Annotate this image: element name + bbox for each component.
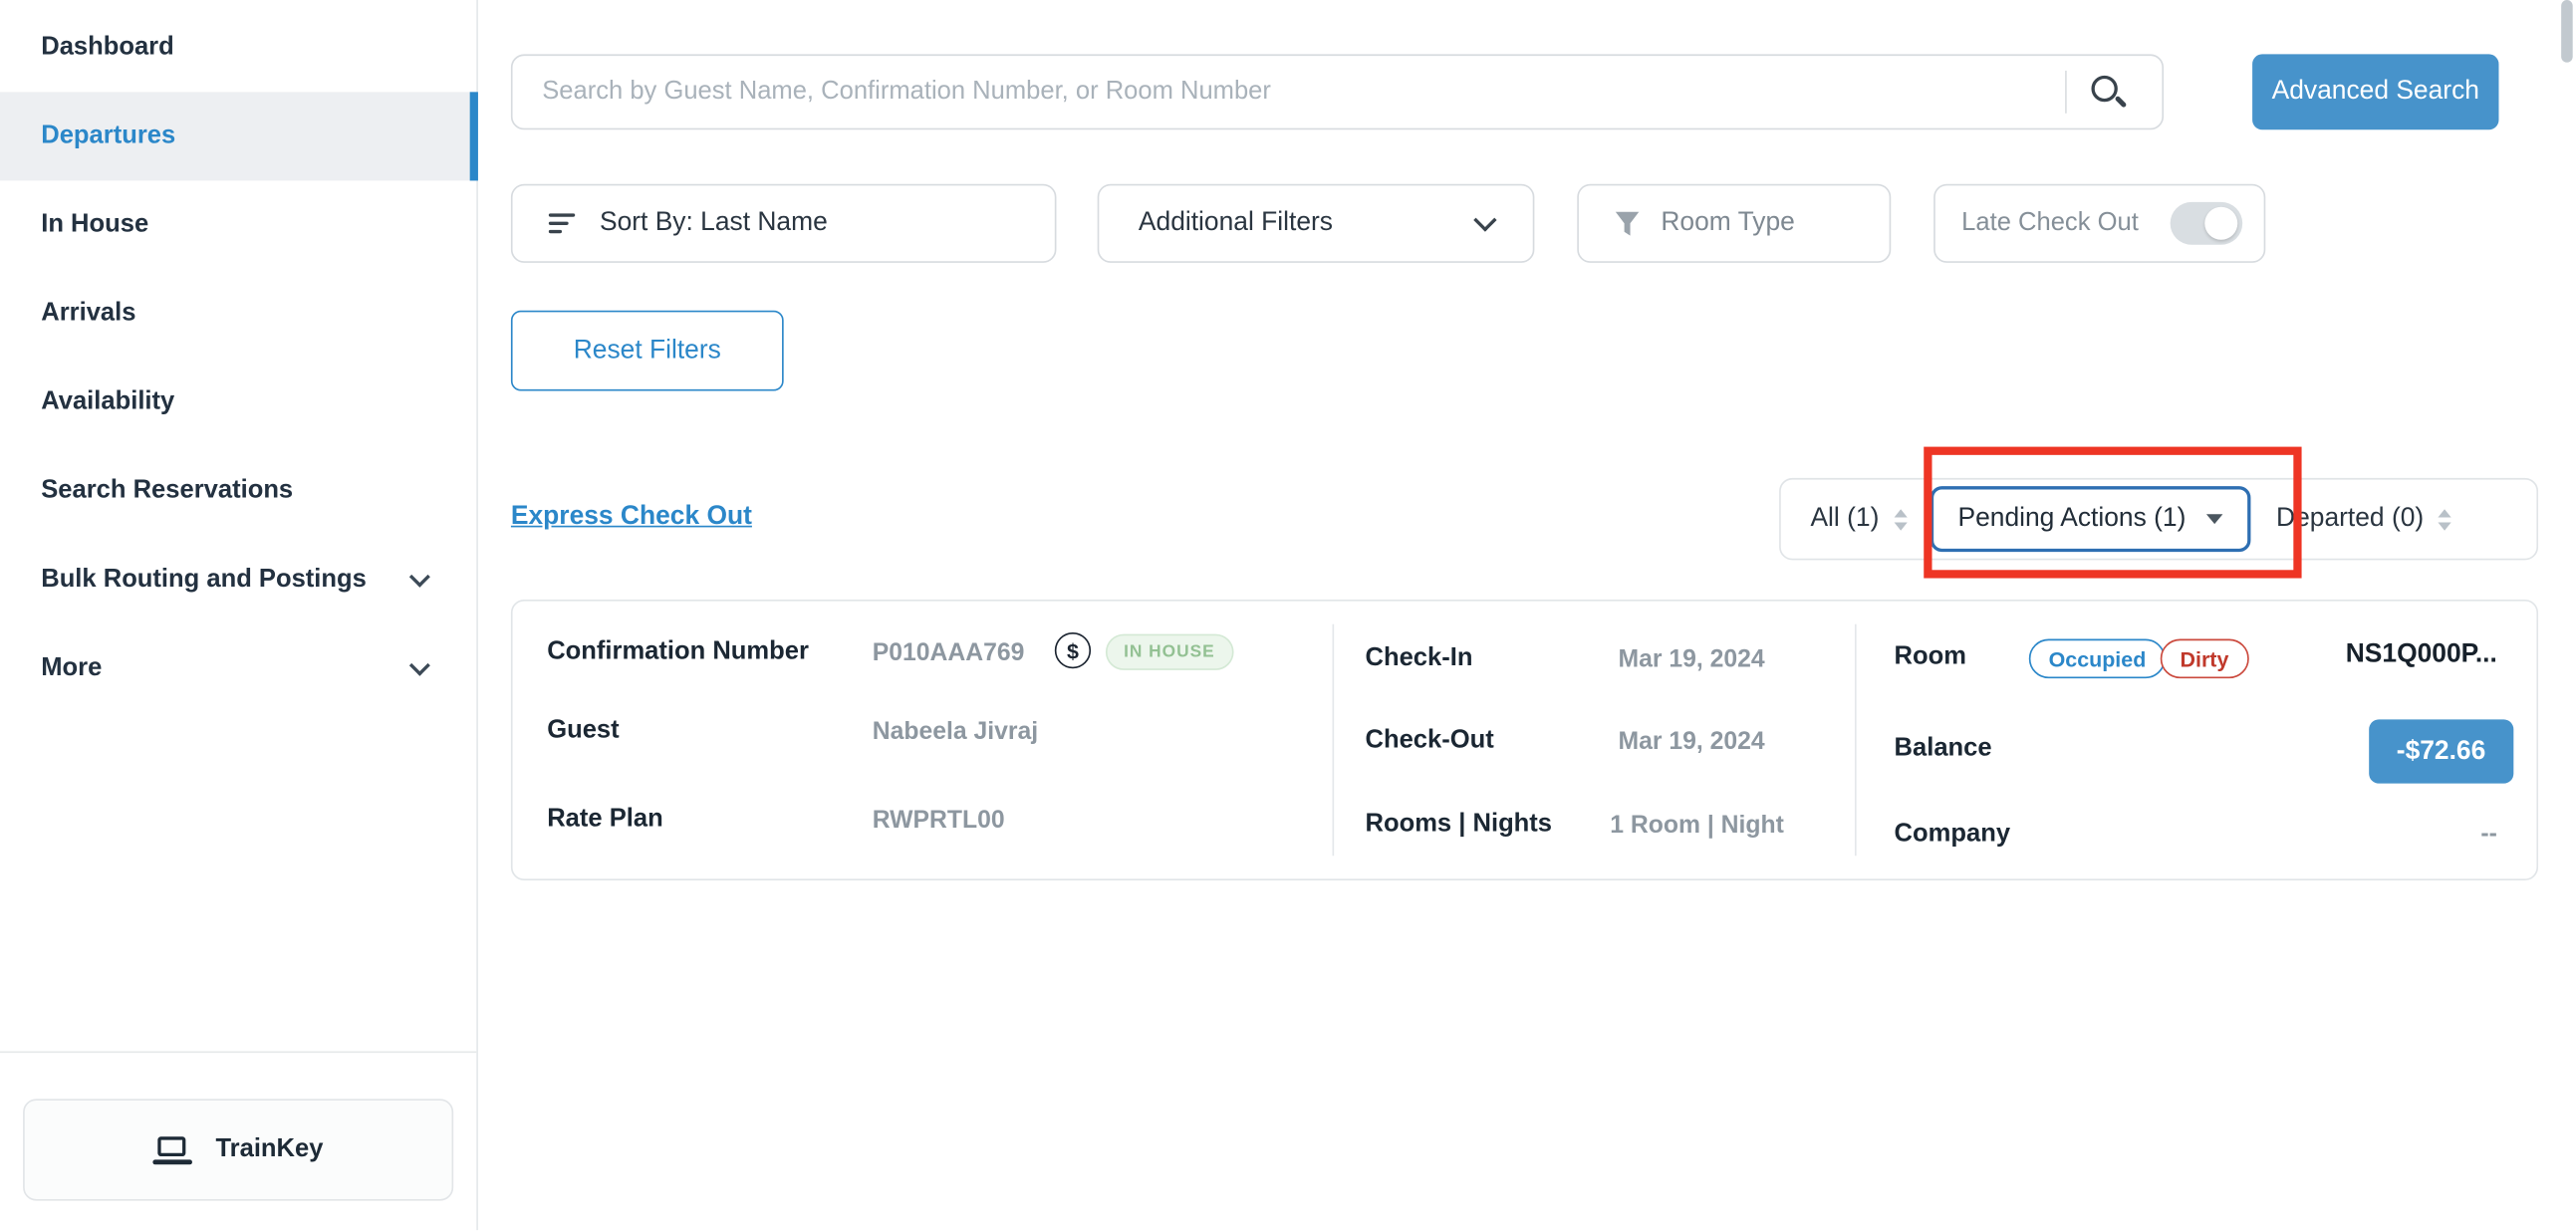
confirmation-number-value: P010AAA769 [873, 639, 1025, 667]
guest-value: Nabeela Jivraj [873, 718, 1038, 746]
sidebar-nav: Dashboard Departures In House Arrivals A… [0, 3, 476, 712]
sidebar-item-label: Dashboard [41, 33, 174, 63]
late-checkout-label: Late Check Out [1961, 208, 2139, 238]
tab-departed-label: Departed (0) [2276, 504, 2424, 534]
guest-label: Guest [547, 716, 619, 746]
column-divider [1855, 624, 1857, 857]
company-value: -- [2480, 820, 2496, 848]
sidebar-footer: TrainKey [0, 1052, 476, 1231]
rate-plan-value: RWPRTL00 [873, 807, 1005, 835]
company-label: Company [1895, 820, 2010, 850]
room-type-filter[interactable]: Room Type [1577, 184, 1891, 263]
trainkey-button[interactable]: TrainKey [23, 1099, 453, 1200]
sidebar-item-bulk-routing[interactable]: Bulk Routing and Postings [0, 536, 476, 624]
sidebar: Dashboard Departures In House Arrivals A… [0, 0, 478, 1230]
chevron-down-icon [409, 655, 430, 676]
tab-pending-actions[interactable]: Pending Actions (1) [1930, 486, 2249, 552]
sidebar-item-label: Departures [41, 122, 175, 151]
laptop-icon [153, 1135, 193, 1163]
tab-pending-actions-label: Pending Actions (1) [1958, 504, 2187, 534]
check-in-label: Check-In [1366, 643, 1473, 673]
late-checkout-toggle[interactable] [2171, 202, 2243, 245]
room-status-occupied-badge: Occupied [2029, 639, 2166, 679]
sidebar-item-availability[interactable]: Availability [0, 359, 476, 447]
sidebar-item-arrivals[interactable]: Arrivals [0, 269, 476, 358]
express-checkout-link[interactable]: Express Check Out [511, 503, 752, 533]
search-bar [511, 54, 2164, 129]
sidebar-item-dashboard[interactable]: Dashboard [0, 3, 476, 92]
departures-page: Dashboard Departures In House Arrivals A… [0, 0, 2576, 1230]
sidebar-item-in-house[interactable]: In House [0, 180, 476, 269]
sort-by-label: Sort By: Last Name [600, 208, 828, 238]
confirmation-number-label: Confirmation Number [547, 637, 809, 667]
room-type-label: Room Type [1661, 208, 1794, 238]
sidebar-item-label: In House [41, 210, 148, 240]
room-label: Room [1895, 642, 1966, 672]
balance-amount-chip: -$72.66 [2369, 719, 2514, 783]
additional-filters-dropdown[interactable]: Additional Filters [1098, 184, 1535, 263]
sidebar-item-more[interactable]: More [0, 624, 476, 713]
tab-departed[interactable]: Departed (0) [2276, 504, 2451, 534]
room-status-dirty-badge: Dirty [2161, 639, 2248, 679]
additional-filters-label: Additional Filters [1139, 208, 1333, 238]
check-out-label: Check-Out [1366, 726, 1494, 756]
column-divider [1333, 624, 1335, 857]
advanced-search-button[interactable]: Advanced Search [2252, 54, 2498, 129]
sidebar-item-search-reservations[interactable]: Search Reservations [0, 447, 476, 536]
rate-plan-label: Rate Plan [547, 805, 663, 835]
late-checkout-filter: Late Check Out [1933, 184, 2265, 263]
sort-icon [549, 213, 575, 233]
reset-filters-button[interactable]: Reset Filters [511, 311, 784, 391]
check-in-value: Mar 19, 2024 [1618, 645, 1764, 673]
sidebar-item-label: Bulk Routing and Postings [41, 565, 367, 595]
balance-label: Balance [1895, 734, 1992, 764]
tab-all[interactable]: All (1) [1810, 504, 1907, 534]
payment-dollar-icon[interactable]: $ [1055, 632, 1091, 668]
rooms-nights-value: 1 Room | Night [1610, 812, 1784, 840]
sidebar-item-label: Search Reservations [41, 476, 293, 506]
caret-down-icon [2205, 514, 2221, 524]
check-out-value: Mar 19, 2024 [1618, 728, 1764, 756]
sidebar-item-departures[interactable]: Departures [0, 92, 476, 180]
sort-by-dropdown[interactable]: Sort By: Last Name [511, 184, 1057, 263]
rooms-nights-label: Rooms | Nights [1366, 810, 1553, 840]
search-divider [2065, 71, 2067, 114]
scrollbar-thumb[interactable] [2561, 0, 2573, 63]
sort-arrows-icon[interactable] [2439, 508, 2451, 529]
sidebar-item-label: Availability [41, 387, 174, 417]
sidebar-item-label: More [41, 653, 102, 683]
funnel-icon [1615, 211, 1640, 236]
chevron-down-icon [1473, 208, 1496, 231]
in-house-badge: IN HOUSE [1106, 634, 1233, 670]
sidebar-item-label: Arrivals [41, 299, 135, 329]
sort-arrows-icon[interactable] [1894, 508, 1907, 529]
tab-all-label: All (1) [1810, 504, 1879, 534]
search-icon[interactable] [2090, 74, 2126, 110]
chevron-down-icon [409, 567, 430, 588]
reservation-card[interactable]: Confirmation Number P010AAA769 $ IN HOUS… [511, 600, 2538, 880]
search-input[interactable] [511, 54, 2164, 129]
toggle-knob [2204, 207, 2237, 240]
trainkey-label: TrainKey [215, 1135, 323, 1165]
room-number-value: NS1Q000P... [2346, 640, 2497, 670]
departures-status-tabs: All (1) Pending Actions (1) Departed (0) [1779, 478, 2538, 560]
